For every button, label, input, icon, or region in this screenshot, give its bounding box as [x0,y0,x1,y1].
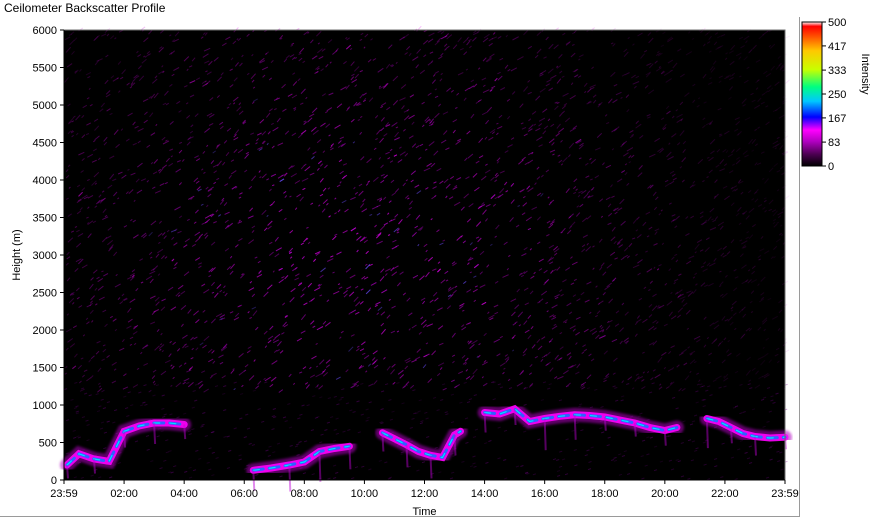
y-tick-label: 4000 [33,175,57,187]
x-axis-label: Time [412,506,436,518]
cloud-streak [123,431,127,448]
cloud-streak [729,427,733,444]
x-tick-label: 08:00 [291,488,319,500]
x-tick-label: 12:00 [411,488,439,500]
cloud-streak [66,464,69,479]
colorbar-tick-label: 0 [828,161,834,173]
x-tick: 16:00 [531,480,559,500]
cloud-streak [348,446,352,470]
y-tick: 500 [39,438,64,450]
cloud-streak [453,434,457,456]
x-tick-label: 04:00 [170,488,198,500]
colorbar-tick: 500 [822,17,846,29]
cloud-streak [405,444,409,468]
cloud-streak [573,414,577,440]
x-tick: 23:59 [771,480,799,500]
y-tick: 4500 [33,138,64,150]
colorbar-tick: 333 [822,65,846,77]
plot-background [64,30,785,480]
colorbar-tick-label: 417 [828,41,846,53]
y-axis-label: Height (m) [11,229,23,280]
x-tick-label: 23:59 [50,488,78,500]
x-tick: 22:00 [711,480,739,500]
y-tick: 3500 [33,213,64,225]
colorbar-tick: 250 [822,89,846,101]
colorbar-tick-label: 167 [828,113,846,125]
colorbar-tick-label: 333 [828,65,846,77]
cloud-streak [543,418,547,451]
y-tick-label: 4500 [33,138,57,150]
cloud-streak [318,451,322,482]
y-tick: 0 [51,475,64,487]
cloud-streak [705,418,709,449]
cloud-streak [603,416,607,431]
y-axis: 0 500 1000 1500 2000 2500 3000 3500 4000 4500 5000… [33,25,65,487]
x-tick-label: 02:00 [110,488,138,500]
x-tick-label: 23:59 [771,488,799,500]
y-tick: 2000 [33,325,64,337]
x-tick: 14:00 [471,480,499,500]
y-tick-label: 3500 [33,213,57,225]
cloud-streak [93,458,96,474]
cloud-streak [633,422,637,437]
x-tick: 08:00 [291,480,319,500]
x-tick-label: 22:00 [711,488,739,500]
colorbar: 500 417 333 250 167 83 0 Intensity [801,17,871,173]
x-tick: 02:00 [110,480,138,500]
x-tick-label: 06:00 [230,488,258,500]
colorbar-tick: 167 [822,113,846,125]
cloud-streak [381,432,385,452]
colorbar-tick: 0 [822,161,834,173]
x-tick: 18:00 [591,480,619,500]
colorbar-tick: 83 [822,137,840,149]
plot-area [60,25,792,492]
x-tick-label: 10:00 [351,488,379,500]
y-tick-label: 2500 [33,288,57,300]
x-tick: 20:00 [651,480,679,500]
x-tick: 04:00 [170,480,198,500]
x-tick: 12:00 [411,480,439,500]
x-tick-label: 18:00 [591,488,619,500]
y-tick: 1000 [33,400,64,412]
y-tick: 5500 [33,63,64,75]
colorbar-scale [801,21,823,167]
y-tick: 2500 [33,288,64,300]
cloud-streak [754,436,757,456]
y-tick-label: 2000 [33,325,57,337]
cloud-streak [429,455,433,479]
y-tick-label: 1500 [33,363,57,375]
colorbar-ticks: 500 417 333 250 167 83 0 [822,17,846,173]
y-tick: 5000 [33,100,64,112]
backscatter-chart: 0500100015002000250030003500400045005000… [11,17,871,518]
y-tick: 3000 [33,250,64,262]
cloud-streak [183,424,187,440]
y-tick-label: 1000 [33,400,57,412]
y-tick-label: 6000 [33,25,57,37]
x-tick-label: 14:00 [471,488,499,500]
cloud-streak [513,408,517,426]
colorbar-tick-label: 83 [828,137,840,149]
y-tick-label: 3000 [33,250,57,262]
colorbar-tick-label: 500 [828,17,846,29]
y-tick: 4000 [33,175,64,187]
x-tick: 10:00 [351,480,379,500]
y-tick-label: 5000 [33,100,57,112]
x-tick-label: 20:00 [651,488,679,500]
x-axis: 23:59 02:00 04:00 06:00 08:00 10:00 12:00 14:00… [50,479,799,500]
cloud-streak [483,412,487,433]
x-tick-label: 16:00 [531,488,559,500]
y-tick: 6000 [33,25,64,37]
colorbar-tick: 417 [822,41,846,53]
y-tick-label: 0 [51,475,57,487]
noise-speck [784,349,790,353]
colorbar-tick-label: 250 [828,89,846,101]
y-tick-label: 500 [39,438,57,450]
cloud-streak [663,430,667,446]
cloud-streak [153,422,157,445]
y-tick: 1500 [33,363,64,375]
colorbar-label: Intensity [859,54,871,95]
y-tick-label: 5500 [33,63,57,75]
